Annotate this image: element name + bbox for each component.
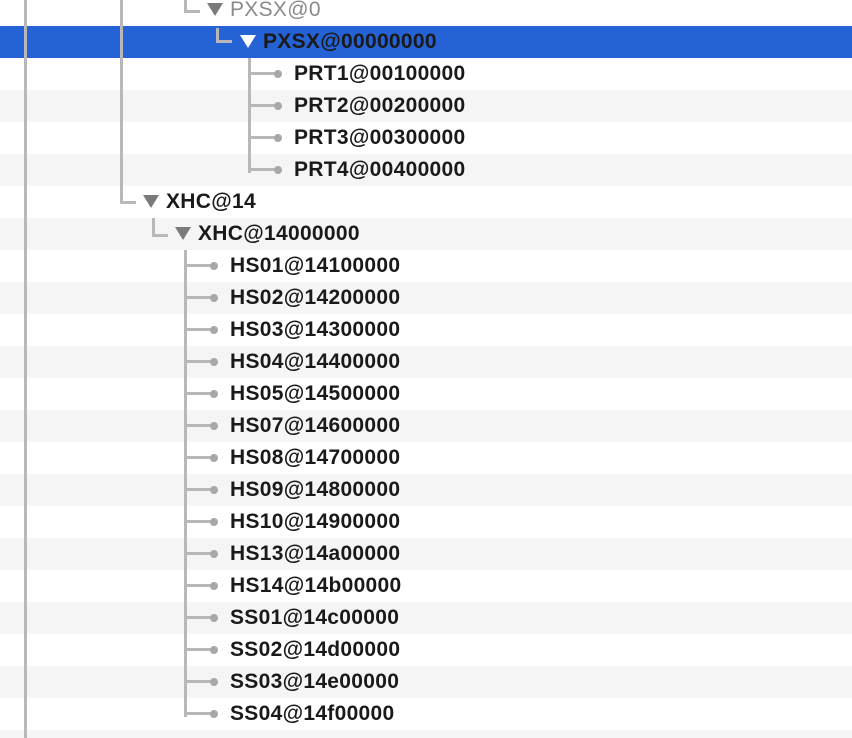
tree-row-label: PXSX@0 [230, 0, 321, 21]
leaf-dot-icon [210, 518, 218, 526]
disclosure-triangle-down-icon[interactable] [175, 227, 191, 240]
leaf-dot-icon [210, 390, 218, 398]
tree-row-label: PRT2@00200000 [294, 94, 466, 117]
leaf-dot-icon [210, 614, 218, 622]
tree-guide-line [24, 0, 27, 738]
leaf-dot-icon [210, 550, 218, 558]
device-tree-outline[interactable]: PXSX@0 PXSX@00000000 PRT1@00100000 PRT2@… [0, 0, 852, 738]
tree-guide-line [216, 40, 232, 43]
leaf-dot-icon [274, 166, 282, 174]
leaf-dot-icon [210, 582, 218, 590]
tree-row-label: HS14@14b00000 [230, 574, 402, 597]
tree-row-ss03[interactable] [0, 666, 852, 698]
tree-row-label: XHC@14000000 [198, 222, 360, 245]
tree-row-label: HS03@14300000 [230, 318, 401, 341]
leaf-dot-icon [210, 486, 218, 494]
tree-row-hs03[interactable] [0, 314, 852, 346]
tree-guide-line [120, 201, 136, 204]
tree-row-ss04[interactable] [0, 698, 852, 730]
tree-row-hs09[interactable] [0, 474, 852, 506]
tree-row-label: HS08@14700000 [230, 446, 401, 469]
tree-row-xhc-14000000[interactable] [0, 218, 852, 250]
tree-guide-line [248, 58, 251, 173]
leaf-dot-icon [210, 646, 218, 654]
tree-row-label: SS01@14c00000 [230, 606, 400, 629]
tree-row-hs05[interactable] [0, 378, 852, 410]
tree-row-hs13[interactable] [0, 538, 852, 570]
disclosure-triangle-down-icon[interactable] [240, 35, 256, 48]
leaf-dot-icon [274, 102, 282, 110]
leaf-dot-icon [210, 710, 218, 718]
leaf-dot-icon [210, 358, 218, 366]
tree-row-hs10[interactable] [0, 506, 852, 538]
tree-row-label: PRT1@00100000 [294, 62, 466, 85]
tree-guide-line [184, 250, 187, 717]
tree-row-label: HS09@14800000 [230, 478, 401, 501]
tree-row-label: HS01@14100000 [230, 254, 401, 277]
tree-row-label: SS04@14f00000 [230, 702, 395, 725]
tree-row-label: PRT4@00400000 [294, 158, 466, 181]
leaf-dot-icon [210, 262, 218, 270]
tree-row-label: PRT3@00300000 [294, 126, 466, 149]
tree-row-label: PXSX@00000000 [263, 30, 437, 53]
leaf-dot-icon [210, 294, 218, 302]
leaf-dot-icon [210, 422, 218, 430]
tree-row-label: HS02@14200000 [230, 286, 401, 309]
tree-row-label: HS13@14a00000 [230, 542, 401, 565]
tree-row-label: HS07@14600000 [230, 414, 401, 437]
leaf-dot-icon [210, 454, 218, 462]
leaf-dot-icon [210, 678, 218, 686]
tree-row-pxsx-0[interactable] [0, 0, 852, 26]
tree-guide-line [152, 234, 168, 237]
leaf-dot-icon [274, 70, 282, 78]
disclosure-triangle-down-icon[interactable] [207, 3, 223, 16]
tree-row-hs04[interactable] [0, 346, 852, 378]
leaf-dot-icon [210, 326, 218, 334]
tree-row-label: HS05@14500000 [230, 382, 401, 405]
tree-row-hs14[interactable] [0, 570, 852, 602]
tree-row-label: HS04@14400000 [230, 350, 401, 373]
tree-row-hs08[interactable] [0, 442, 852, 474]
disclosure-triangle-down-icon[interactable] [143, 195, 159, 208]
tree-row-label: HS10@14900000 [230, 510, 401, 533]
tree-row-hs01[interactable] [0, 250, 852, 282]
tree-guide-line [120, 0, 123, 204]
tree-row-label: SS03@14e00000 [230, 670, 400, 693]
tree-row-hs07[interactable] [0, 410, 852, 442]
tree-guide-line [184, 10, 200, 13]
tree-row-label: SS02@14d00000 [230, 638, 401, 661]
leaf-dot-icon [274, 134, 282, 142]
tree-row-partial [0, 730, 852, 738]
tree-row-hs02[interactable] [0, 282, 852, 314]
tree-row-ss02[interactable] [0, 634, 852, 666]
tree-row-ss01[interactable] [0, 602, 852, 634]
tree-row-label: XHC@14 [166, 190, 256, 213]
